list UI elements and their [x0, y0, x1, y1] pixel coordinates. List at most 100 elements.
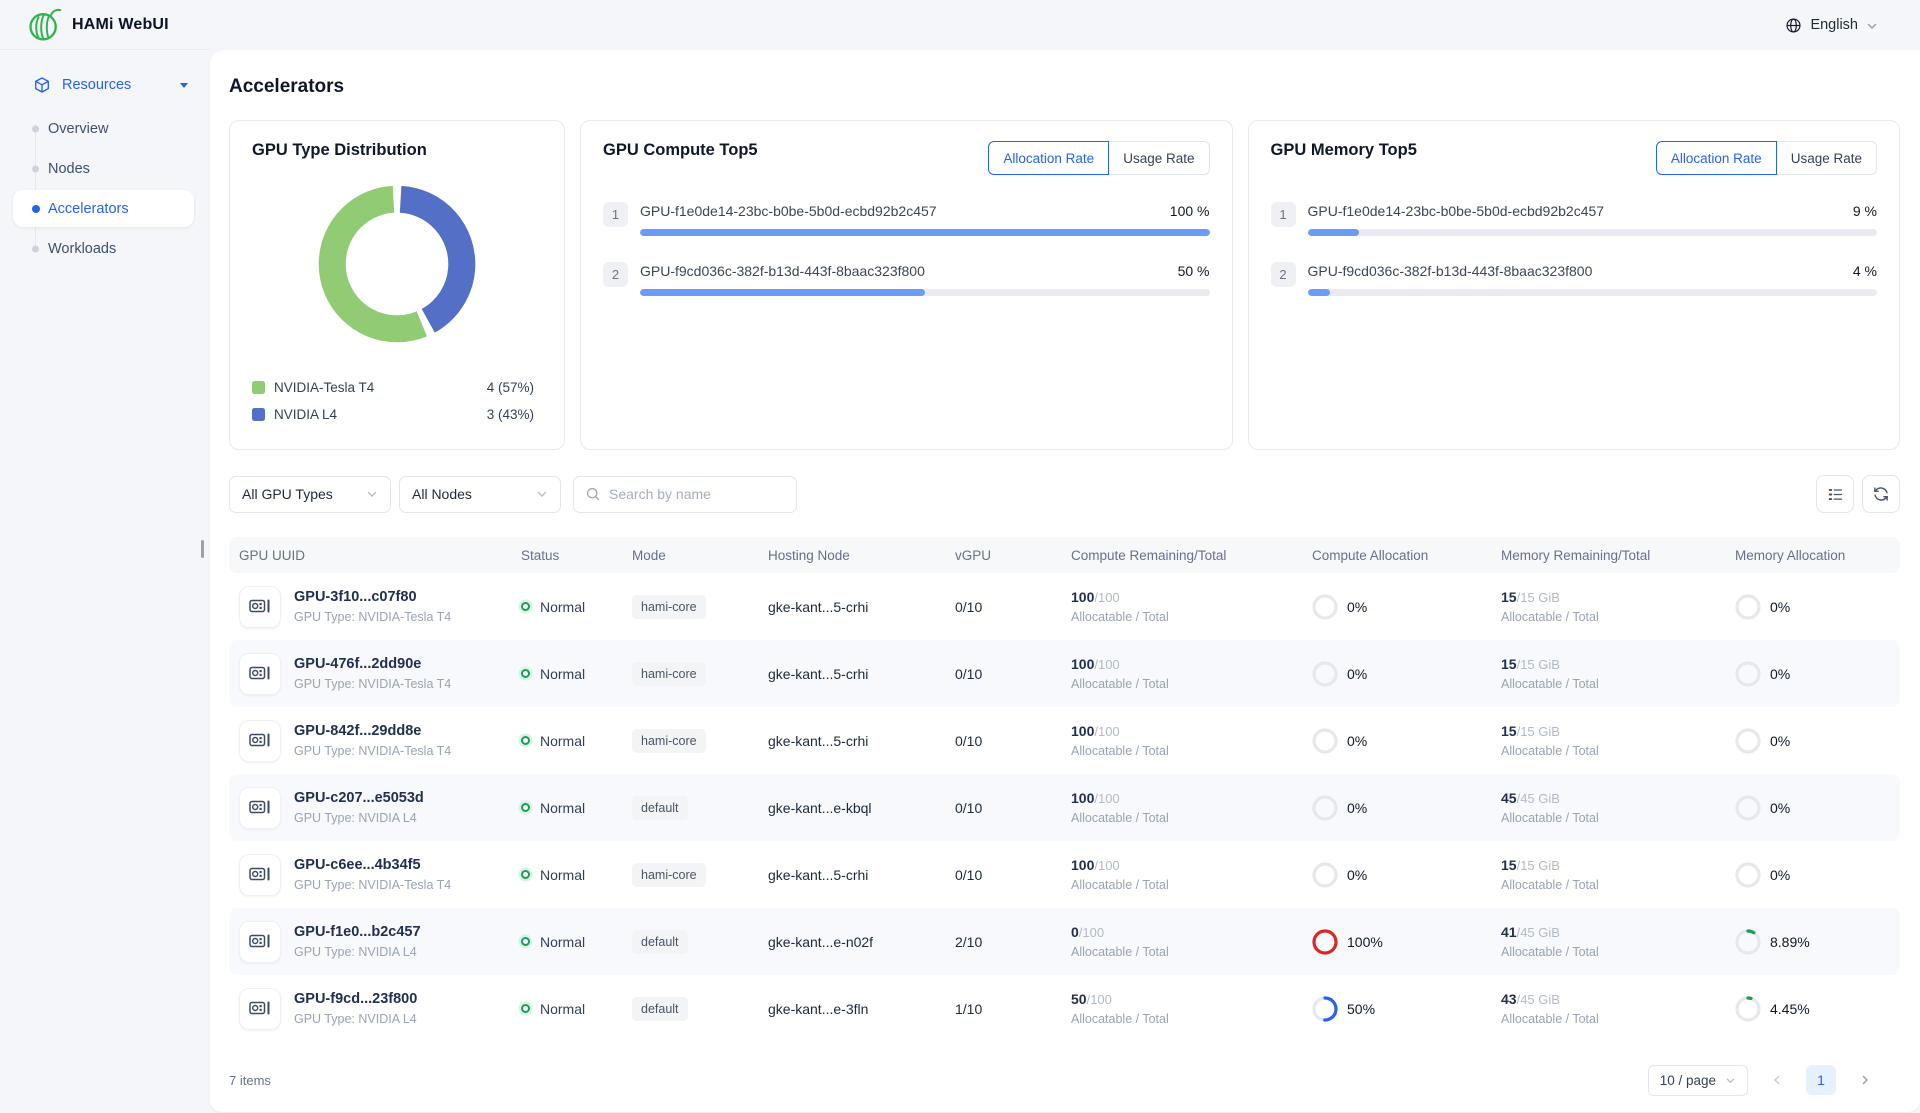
- cell-vgpu: 0/10: [955, 867, 1071, 883]
- memory-total-value: /45 GiB: [1517, 992, 1560, 1007]
- gpu-uuid[interactable]: GPU-476f...2dd90e: [294, 656, 451, 672]
- gpu-card-icon: [239, 586, 281, 628]
- page-number-button[interactable]: 1: [1806, 1065, 1836, 1095]
- cell-memory-allocation: 8.89%: [1735, 929, 1900, 955]
- column-header: Compute Remaining/Total: [1071, 548, 1312, 563]
- memory-allocation-value: 0%: [1770, 800, 1790, 816]
- cell-compute-allocation: 0%: [1312, 661, 1501, 687]
- language-selector[interactable]: English: [1785, 17, 1878, 34]
- compute-remaining-value: 100: [1071, 656, 1094, 672]
- legend-item[interactable]: NVIDIA-Tesla T44 (57%): [252, 374, 542, 401]
- gpu-type: GPU Type: NVIDIA-Tesla T4: [294, 744, 451, 758]
- compute-allocation-value: 0%: [1347, 733, 1367, 749]
- table-row[interactable]: GPU-476f...2dd90eGPU Type: NVIDIA-Tesla …: [229, 640, 1900, 707]
- gpu-uuid[interactable]: GPU-f9cd...23f800: [294, 991, 417, 1007]
- legend-value: 3 (43%): [487, 407, 542, 422]
- compute-total-value: /100: [1094, 590, 1119, 605]
- allocatable-total-label: Allocatable / Total: [1071, 811, 1312, 825]
- gpu-uuid[interactable]: GPU-842f...29dd8e: [294, 723, 451, 739]
- sidebar-item-accelerators[interactable]: Accelerators: [13, 190, 194, 227]
- compute-allocation-ring-icon: [1312, 996, 1338, 1022]
- legend-item[interactable]: NVIDIA L43 (43%): [252, 401, 542, 428]
- cell-compute-allocation: 0%: [1312, 795, 1501, 821]
- progress-bar-track: [640, 289, 1210, 296]
- cell-memory-allocation: 0%: [1735, 862, 1900, 888]
- search-input[interactable]: [609, 486, 785, 502]
- status-dot-icon: [521, 937, 530, 946]
- gpu-compute-top5-card: GPU Compute Top5 Allocation Rate Usage R…: [580, 120, 1233, 450]
- gpu-type-distribution-card: GPU Type Distribution NVIDIA-Tesla T44 (…: [229, 120, 565, 450]
- allocatable-total-label: Allocatable / Total: [1501, 1012, 1735, 1026]
- compute-card-title: GPU Compute Top5: [603, 141, 758, 160]
- gpu-uuid[interactable]: GPU-c207...e5053d: [294, 790, 424, 806]
- cell-gpu-uuid: GPU-f1e0...b2c457GPU Type: NVIDIA L4: [229, 921, 521, 963]
- gpu-uuid[interactable]: GPU-3f10...c07f80: [294, 589, 451, 605]
- legend-label: NVIDIA-Tesla T4: [274, 380, 374, 395]
- column-header: Compute Allocation: [1312, 548, 1501, 563]
- table-row[interactable]: GPU-c207...e5053dGPU Type: NVIDIA L4Norm…: [229, 774, 1900, 841]
- memory-total-value: /15 GiB: [1517, 590, 1560, 605]
- allocatable-total-label: Allocatable / Total: [1071, 1012, 1312, 1026]
- cell-mode: default: [632, 997, 768, 1021]
- bullet-dot-icon: [32, 205, 40, 213]
- compute-allocation-value: 0%: [1347, 666, 1367, 682]
- compute-remaining-value: 50: [1071, 991, 1087, 1007]
- cell-status: Normal: [521, 666, 632, 682]
- status-label: Normal: [540, 1001, 585, 1017]
- table-row[interactable]: GPU-842f...29dd8e GPU Type: NVIDIA-Tesla …: [229, 707, 1900, 774]
- allocatable-total-label: Allocatable / Total: [1501, 945, 1735, 959]
- gpu-uuid[interactable]: GPU-f1e0...b2c457: [294, 924, 421, 940]
- gpu-type-filter-select[interactable]: All GPU Types: [229, 476, 391, 513]
- cell-status: Normal: [521, 599, 632, 615]
- memory-usage-rate-tab[interactable]: Usage Rate: [1776, 141, 1877, 175]
- memory-total-value: /45 GiB: [1517, 791, 1560, 806]
- rank-badge: 2: [603, 262, 628, 287]
- cell-mode: hami-core: [632, 595, 768, 619]
- node-filter-value: All Nodes: [412, 486, 472, 502]
- table-row[interactable]: GPU-c6ee...4b34f5GPU Type: NVIDIA-Tesla …: [229, 841, 1900, 908]
- cell-gpu-uuid: GPU-f9cd...23f800GPU Type: NVIDIA L4: [229, 988, 521, 1030]
- cell-status: Normal: [521, 867, 632, 883]
- bullet-dot-icon: [32, 245, 39, 252]
- sidebar-item-workloads[interactable]: Workloads: [13, 230, 194, 267]
- sidebar-item-nodes[interactable]: Nodes: [13, 150, 194, 187]
- distribution-card-title: GPU Type Distribution: [252, 141, 542, 160]
- sidebar-group-resources[interactable]: Resources: [0, 66, 210, 104]
- gpu-type-filter-value: All GPU Types: [242, 486, 333, 502]
- compute-usage-rate-tab[interactable]: Usage Rate: [1108, 141, 1209, 175]
- column-settings-button[interactable]: [1816, 475, 1854, 513]
- compute-allocation-ring-icon: [1312, 594, 1338, 620]
- cell-memory-remaining: 43/45 GiB Allocatable / Total: [1501, 991, 1735, 1026]
- mode-tag: hami-core: [632, 863, 706, 887]
- chevron-down-icon: [366, 488, 378, 500]
- cell-vgpu: 0/10: [955, 733, 1071, 749]
- previous-page-button[interactable]: [1764, 1065, 1790, 1095]
- compute-total-value: /100: [1094, 724, 1119, 739]
- memory-allocation-rate-tab[interactable]: Allocation Rate: [1656, 141, 1777, 175]
- main-panel: Accelerators GPU Type Distribution NVIDI…: [210, 50, 1920, 1112]
- memory-allocation-ring-icon: [1735, 996, 1761, 1022]
- memory-remaining-value: 43: [1501, 991, 1517, 1007]
- sidebar-scrollbar-thumb[interactable]: [201, 540, 204, 558]
- cell-memory-allocation: 0%: [1735, 661, 1900, 687]
- table-row[interactable]: GPU-f1e0...b2c457GPU Type: NVIDIA L4 Norm…: [229, 908, 1900, 975]
- table-row[interactable]: GPU-f9cd...23f800GPU Type: NVIDIA L4 Norm…: [229, 975, 1900, 1042]
- cell-mode: hami-core: [632, 662, 768, 686]
- status-label: Normal: [540, 934, 585, 950]
- gpu-uuid[interactable]: GPU-c6ee...4b34f5: [294, 857, 451, 873]
- next-page-button[interactable]: [1852, 1065, 1878, 1095]
- compute-allocation-rate-tab[interactable]: Allocation Rate: [988, 141, 1109, 175]
- cell-vgpu: 0/10: [955, 800, 1071, 816]
- refresh-button[interactable]: [1862, 475, 1900, 513]
- gpu-card-icon: [239, 921, 281, 963]
- sidebar-item-overview[interactable]: Overview: [13, 110, 194, 147]
- column-header: vGPU: [955, 548, 1071, 563]
- page-size-select[interactable]: 10 / page: [1648, 1065, 1748, 1096]
- bullet-dot-icon: [32, 165, 39, 172]
- node-filter-select[interactable]: All Nodes: [399, 476, 561, 513]
- compute-allocation-value: 100%: [1347, 934, 1383, 950]
- table-row[interactable]: GPU-3f10...c07f80GPU Type: NVIDIA-Tesla …: [229, 573, 1900, 640]
- column-header: Mode: [632, 548, 768, 563]
- rate-value: 9 %: [1853, 203, 1877, 219]
- sidebar-item-label: Accelerators: [48, 201, 129, 217]
